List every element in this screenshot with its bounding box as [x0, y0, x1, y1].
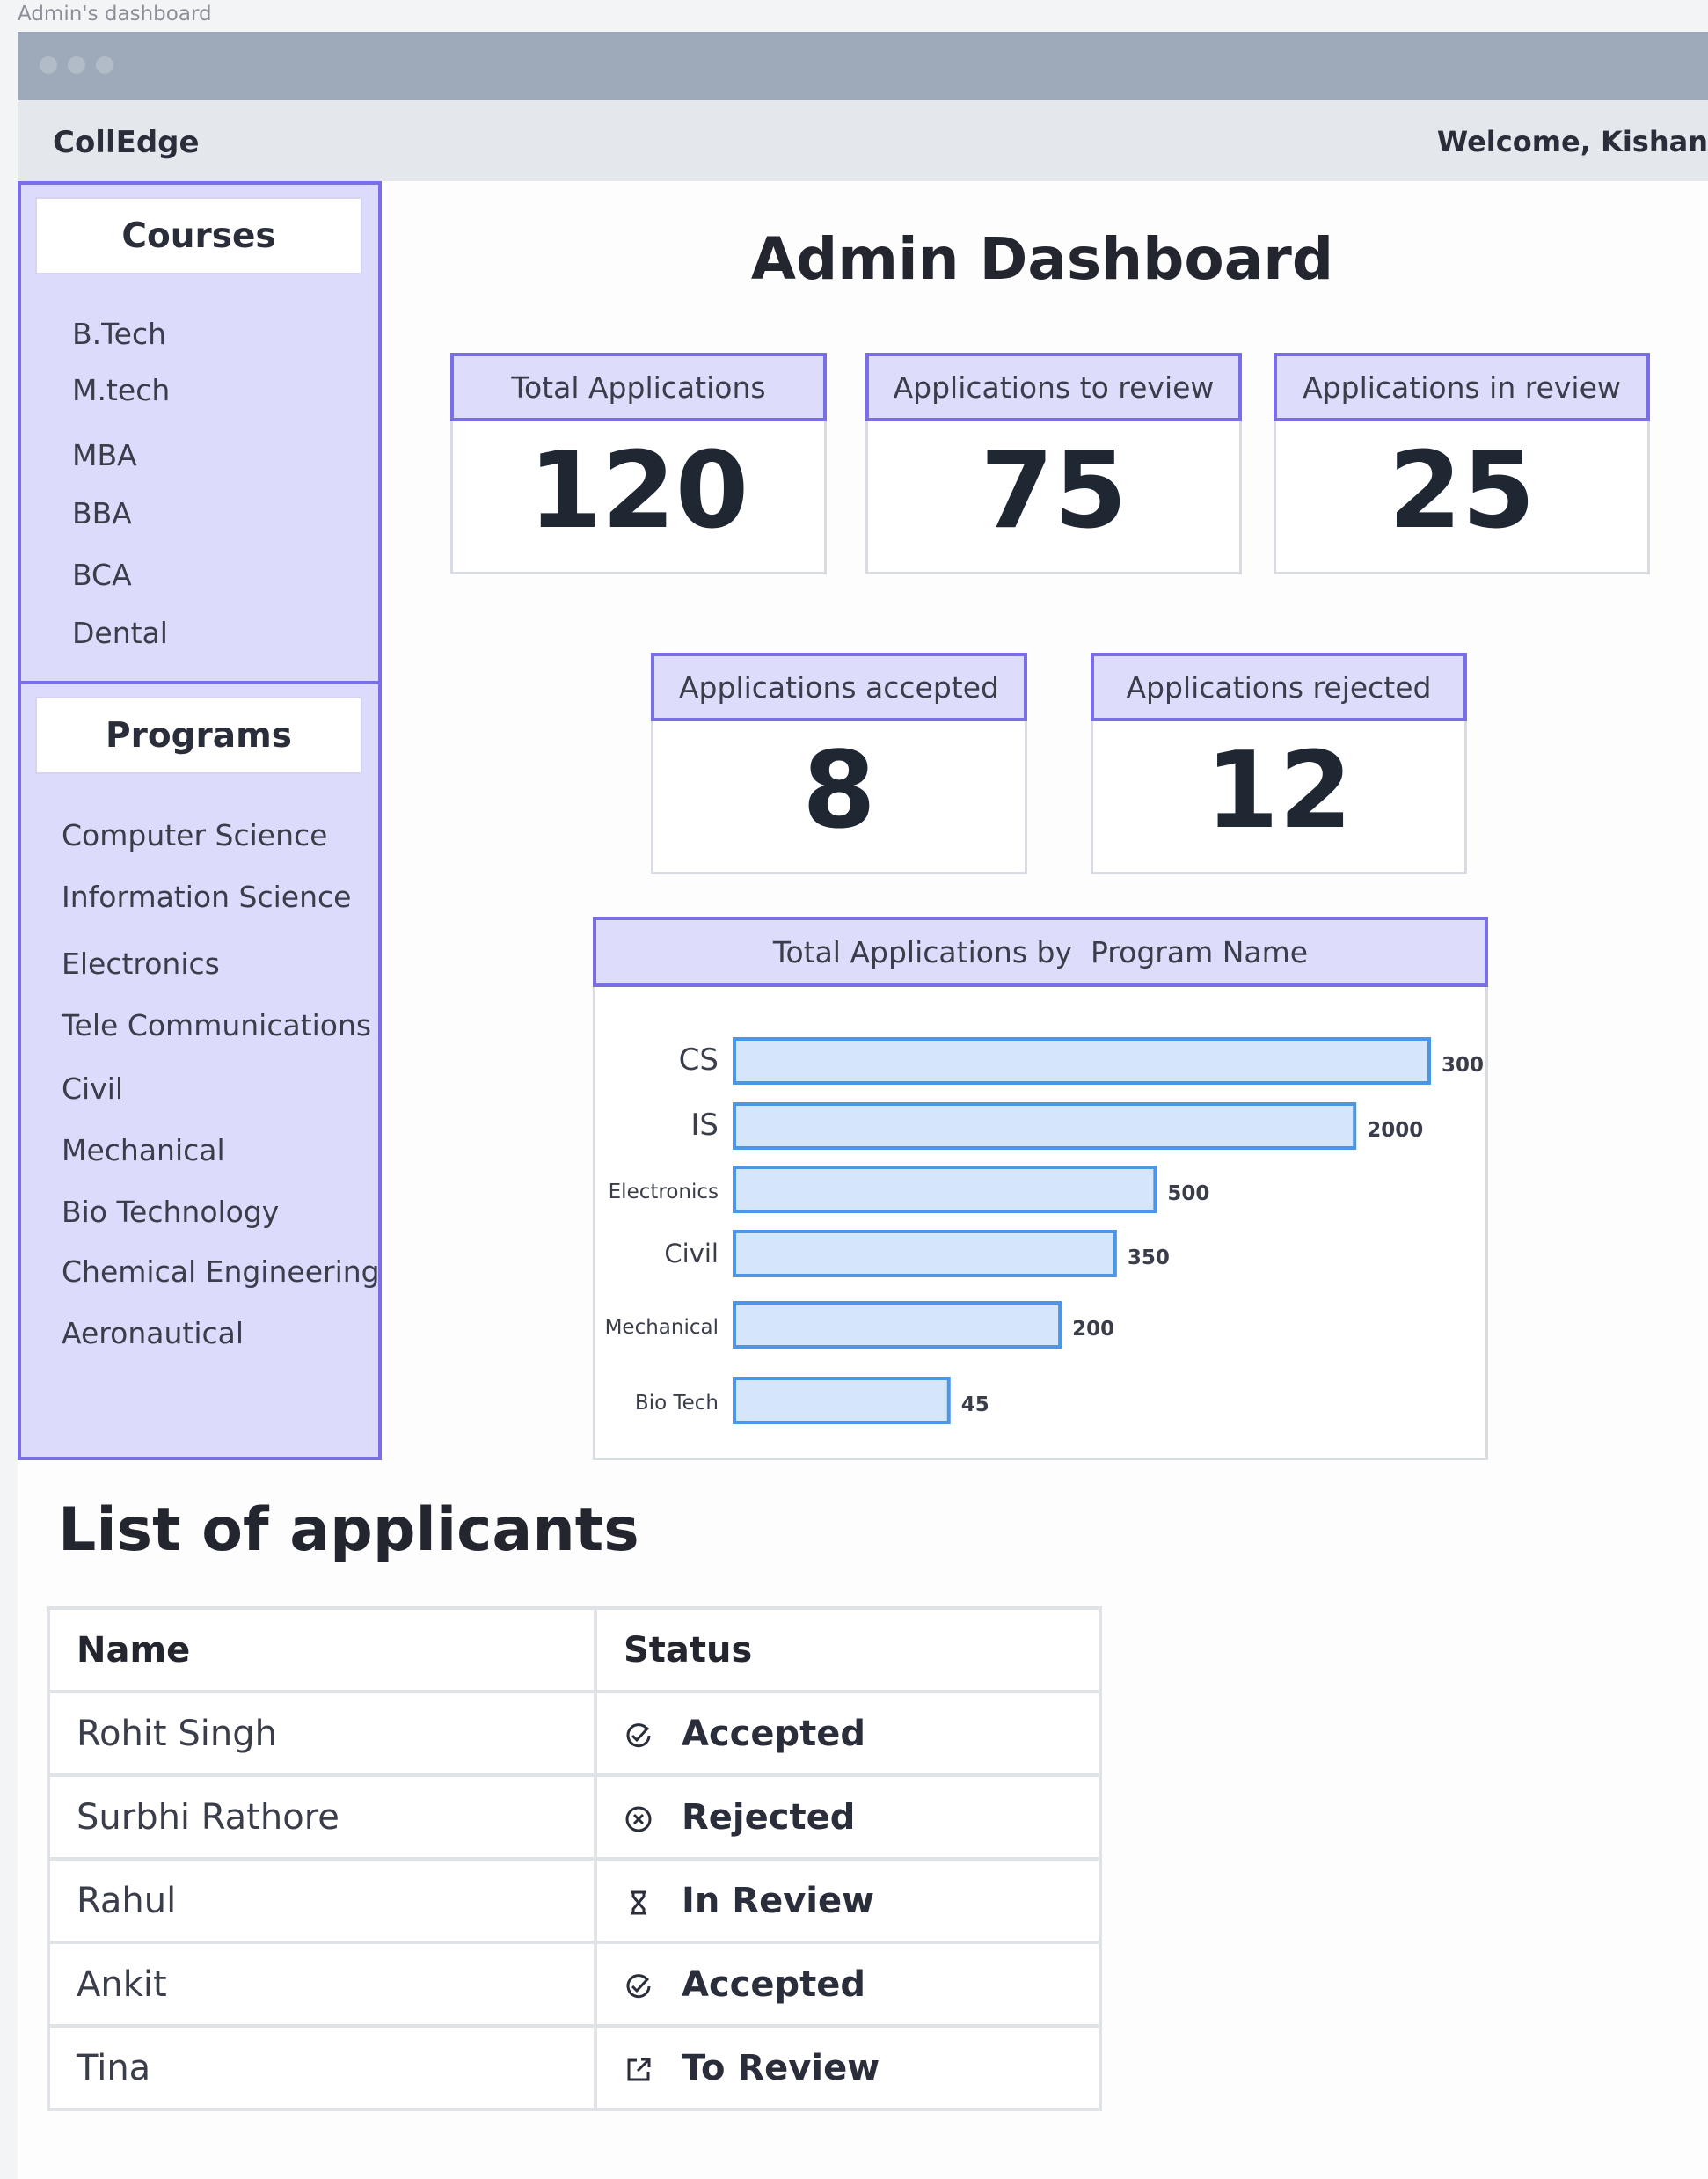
category-label: IS [690, 1108, 719, 1143]
stat-label: Total Applications [450, 353, 827, 421]
applicant-status: To Review [594, 2024, 1102, 2111]
check-circle-icon [624, 1721, 659, 1751]
programs-header: Programs [35, 697, 362, 774]
program-item-civil[interactable]: Civil [62, 1071, 123, 1106]
maximize-window-dot[interactable] [96, 56, 113, 74]
table-row[interactable]: Surbhi Rathore Rejected [47, 1773, 1102, 1861]
stat-card-applications-rejected[interactable]: Applications rejected 12 [1091, 653, 1467, 874]
table-row[interactable]: Rohit Singh Accepted [47, 1690, 1102, 1777]
applicant-status: Accepted [594, 1941, 1102, 2028]
app-header: CollEdge Welcome, Kishan [18, 100, 1708, 183]
status-label: Accepted [682, 1963, 866, 2005]
check-circle-icon [624, 1971, 659, 2001]
courses-header: Courses [35, 197, 362, 274]
external-link-icon [624, 2055, 659, 2085]
applicant-name: Surbhi Rathore [47, 1773, 597, 1861]
stat-card-total-applications[interactable]: Total Applications 120 [450, 353, 827, 574]
category-label: CS [679, 1042, 719, 1078]
courses-panel: Courses B.Tech M.tech MBA BBA BCA Dental [18, 181, 382, 684]
hourglass-icon [624, 1888, 659, 1918]
bar-is[interactable] [733, 1102, 1357, 1150]
table-header-row: Name Status [47, 1606, 1102, 1693]
course-item-bca[interactable]: BCA [72, 558, 132, 592]
value-label: 3000 [1442, 1054, 1485, 1077]
applicant-name: Rohit Singh [47, 1690, 597, 1777]
applicant-name: Tina [47, 2024, 597, 2111]
programs-panel: Programs Computer Science Information Sc… [18, 681, 382, 1460]
program-item-electronics[interactable]: Electronics [62, 947, 220, 981]
window-controls[interactable] [40, 56, 113, 74]
value-label: 350 [1128, 1247, 1170, 1269]
applicant-name: Rahul [47, 1857, 597, 1944]
stat-value: 12 [1205, 730, 1353, 852]
program-item-aeronautical[interactable]: Aeronautical [62, 1316, 244, 1350]
stat-label: Applications rejected [1091, 653, 1467, 721]
close-window-dot[interactable] [40, 56, 57, 74]
course-item-btech[interactable]: B.Tech [72, 317, 166, 351]
x-circle-icon [624, 1804, 659, 1834]
program-item-tele-communications[interactable]: Tele Communications [62, 1008, 371, 1042]
bar-civil[interactable] [733, 1230, 1117, 1277]
bar-cs[interactable] [733, 1037, 1431, 1085]
applicant-status: Accepted [594, 1690, 1102, 1777]
course-item-dental[interactable]: Dental [72, 616, 168, 650]
stat-card-applications-in-review[interactable]: Applications in review 25 [1274, 353, 1650, 574]
category-label: Bio Tech [635, 1392, 719, 1415]
program-item-computer-science[interactable]: Computer Science [62, 818, 327, 852]
category-label: Electronics [609, 1181, 719, 1203]
dashboard-title: Admin Dashboard [750, 225, 1334, 293]
applicant-status: Rejected [594, 1773, 1102, 1861]
value-label: 500 [1167, 1182, 1209, 1205]
table-row[interactable]: Tina To Review [47, 2024, 1102, 2111]
stat-label: Applications to review [865, 353, 1242, 421]
course-item-bba[interactable]: BBA [72, 496, 132, 530]
value-label: 45 [961, 1393, 989, 1416]
stat-value: 120 [528, 430, 749, 552]
bar-chart-plot: CS 3000 IS 2000 Electronics 500 Civil 350 Mechan… [605, 1037, 1485, 1424]
brand-logo[interactable]: CollEdge [53, 125, 200, 160]
minimize-window-dot[interactable] [68, 56, 85, 74]
welcome-message: Welcome, Kishan [1436, 125, 1708, 158]
stat-card-applications-accepted[interactable]: Applications accepted 8 [651, 653, 1027, 874]
applicants-table: Name Status Rohit Singh Accepted Surbhi … [47, 1606, 1102, 2111]
window-titlebar [18, 32, 1708, 100]
status-label: To Review [682, 2047, 880, 2088]
stat-card-applications-to-review[interactable]: Applications to review 75 [865, 353, 1242, 574]
stat-value: 25 [1388, 430, 1536, 552]
category-label: Civil [664, 1239, 719, 1269]
table-row[interactable]: Rahul In Review [47, 1857, 1102, 1944]
program-item-mechanical[interactable]: Mechanical [62, 1133, 225, 1167]
course-item-mtech[interactable]: M.tech [72, 373, 170, 407]
applicants-list-title: List of applicants [58, 1495, 639, 1565]
column-header-name[interactable]: Name [47, 1606, 597, 1693]
stat-label: Applications accepted [651, 653, 1027, 721]
applicant-name: Ankit [47, 1941, 597, 2028]
bar-bio-tech[interactable] [733, 1377, 951, 1424]
stat-label: Applications in review [1274, 353, 1650, 421]
stat-value: 8 [802, 730, 876, 852]
category-label: Mechanical [605, 1316, 719, 1339]
program-item-information-science[interactable]: Information Science [62, 880, 351, 914]
chart-title: Total Applications by Program Name [593, 917, 1488, 987]
program-item-bio-technology[interactable]: Bio Technology [62, 1195, 279, 1229]
stat-value: 75 [980, 430, 1128, 552]
applications-by-program-chart: Total Applications by Program Name CS 300… [593, 917, 1488, 1460]
value-label: 2000 [1367, 1119, 1423, 1142]
bar-electronics[interactable] [733, 1166, 1157, 1213]
bar-mechanical[interactable] [733, 1301, 1062, 1349]
applicant-status: In Review [594, 1857, 1102, 1944]
program-item-chemical-engineering[interactable]: Chemical Engineering [62, 1254, 380, 1289]
course-item-mba[interactable]: MBA [72, 438, 137, 472]
page-label: Admin's dashboard [18, 3, 212, 26]
status-label: Accepted [682, 1713, 866, 1754]
status-label: Rejected [682, 1796, 856, 1838]
status-label: In Review [682, 1880, 875, 1921]
value-label: 200 [1072, 1318, 1114, 1341]
column-header-status[interactable]: Status [594, 1606, 1102, 1693]
table-row[interactable]: Ankit Accepted [47, 1941, 1102, 2028]
